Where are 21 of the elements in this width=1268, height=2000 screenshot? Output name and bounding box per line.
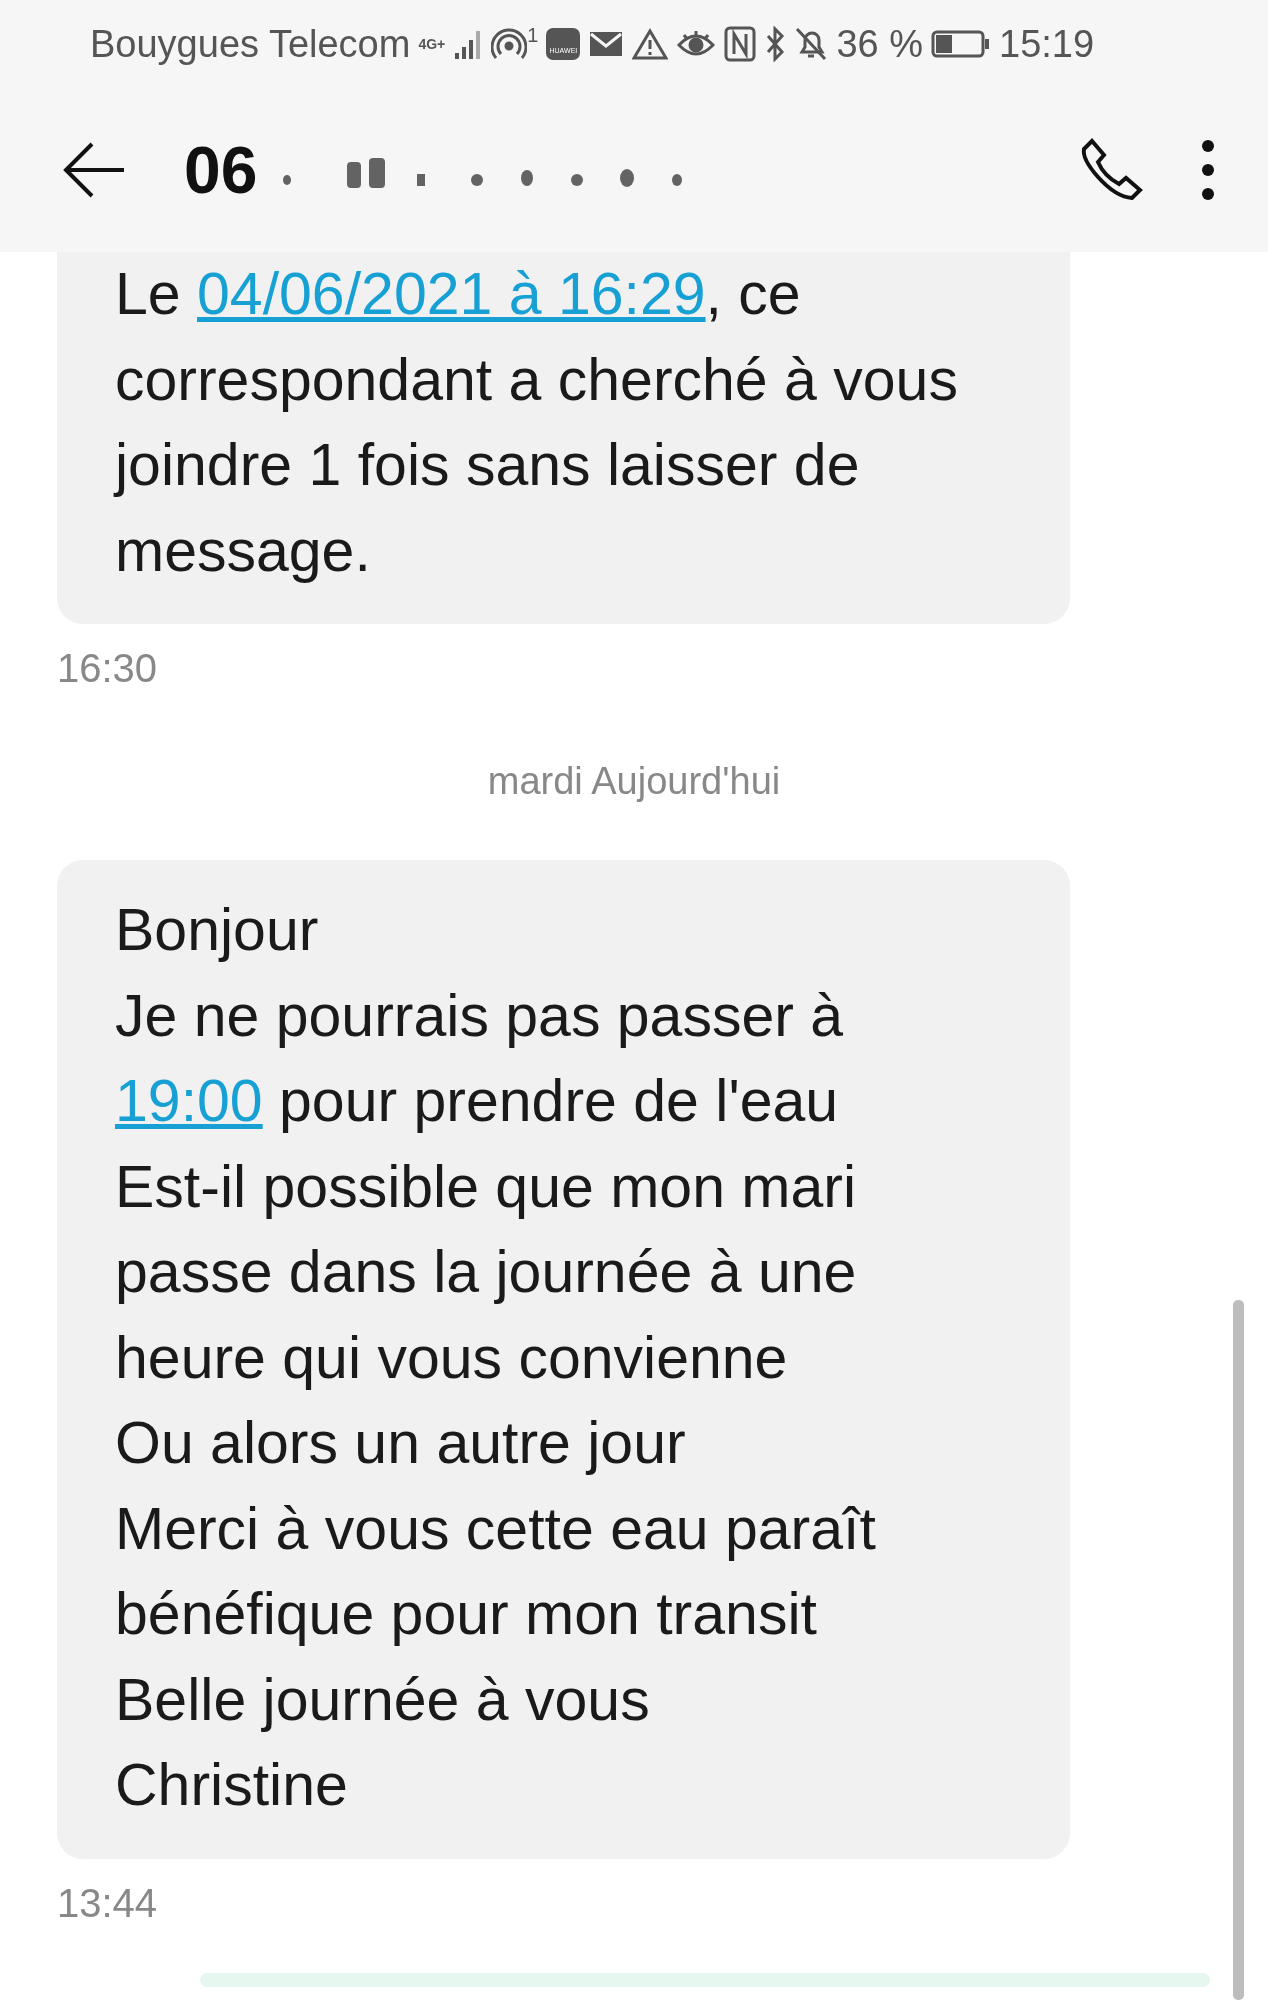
network-type: 4G+ [418, 37, 446, 51]
clock-time: 15:19 [999, 21, 1095, 67]
battery-percentage: 36 % [836, 21, 923, 67]
warning-icon [632, 28, 669, 60]
bluetooth-icon [764, 26, 787, 62]
nfc-icon [724, 26, 757, 62]
scrollbar[interactable] [1233, 1300, 1244, 2000]
bell-off-icon [794, 26, 829, 62]
mail-icon [588, 30, 625, 58]
message-time: 16:30 [57, 645, 159, 692]
message-text: Bonjour Je ne pourrais pas passer à 19:00 pour prendre de l'eau Est-il possible que mon mari passe dans la journée à une heure qui vous convienne Ou alors un autre jour Merci à vous cette eau paraît bénéfique pour mon transit Belle journée à vous Christine [115, 896, 877, 1820]
carrier-name: Bouygues Telecom [90, 21, 411, 67]
date-link[interactable]: 19:00 [115, 1068, 263, 1134]
date-link[interactable]: 04/06/2021 à 16:29 [197, 261, 706, 327]
date-separator: mardi Aujourd'hui [486, 759, 782, 804]
contact-number: 06 [184, 131, 258, 209]
battery-icon [931, 29, 991, 59]
message-text: Le 04/06/2021 à 16:29, ce correspondant a cherché à vous joindre 1 fois sans laisser de message. [115, 260, 959, 586]
hotspot-count: 1 [527, 23, 539, 48]
back-button[interactable] [62, 142, 126, 198]
message-time: 13:44 [57, 1879, 159, 1927]
